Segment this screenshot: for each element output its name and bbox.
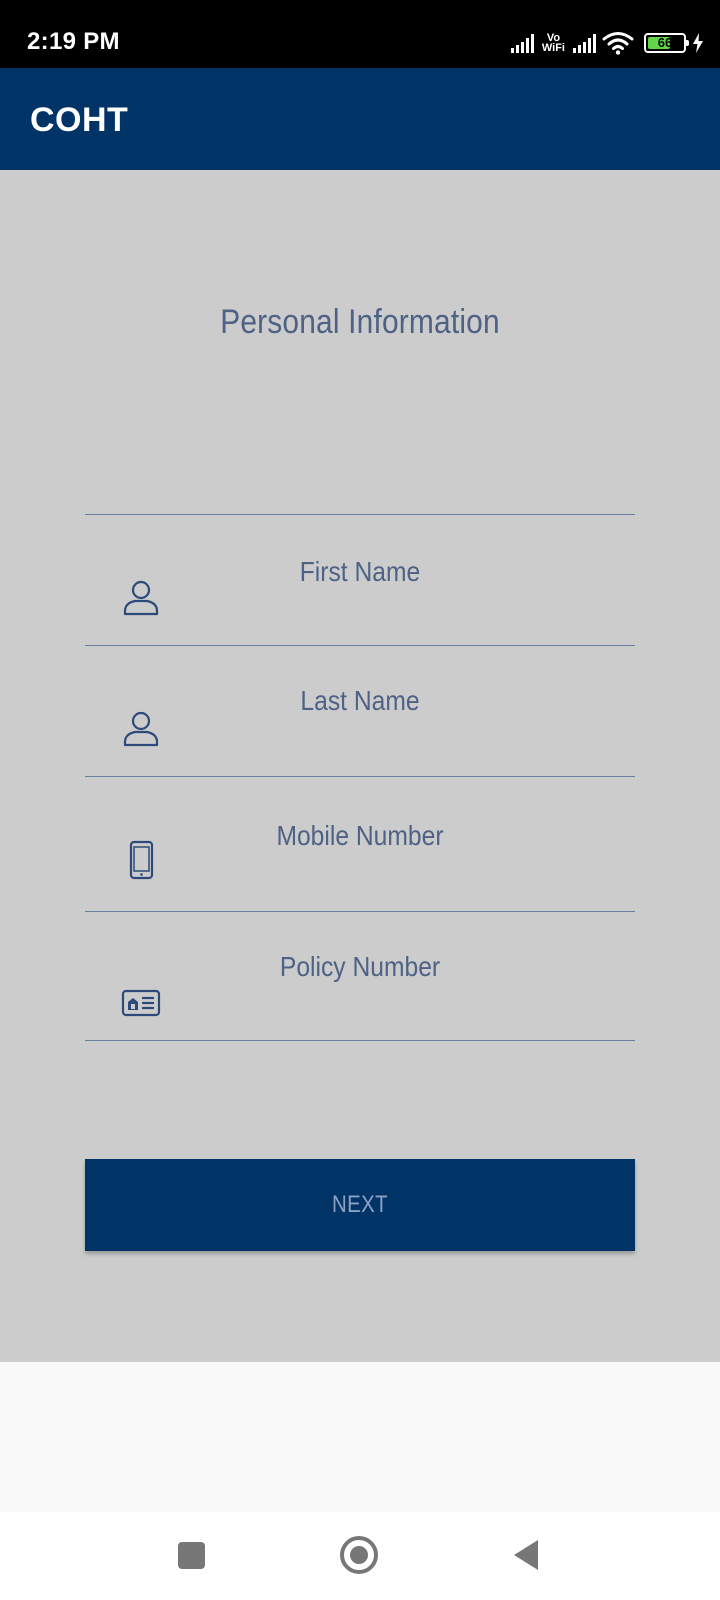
cellular-signal-icon — [510, 33, 534, 53]
status-time: 2:19 PM — [27, 28, 120, 55]
wifi-icon — [602, 32, 634, 55]
back-triangle-icon[interactable] — [514, 1540, 538, 1570]
first-name-placeholder: First Name — [299, 556, 421, 587]
battery-icon: 66 — [644, 33, 689, 53]
vowifi-indicator: Vo WiFi — [541, 33, 565, 54]
person-icon — [121, 709, 161, 749]
id-card-icon — [121, 983, 161, 1023]
system-nav-bar — [0, 1512, 720, 1600]
last-name-placeholder: Last Name — [300, 685, 420, 716]
status-bar: 2:19 PM Vo WiFi 66 — [0, 0, 720, 68]
last-name-field[interactable]: Last Name — [85, 645, 635, 776]
cellular-signal-2-icon — [573, 33, 596, 53]
form-title: Personal Information — [220, 303, 500, 341]
charging-bolt-icon — [693, 33, 703, 53]
vowifi-label-bottom: WiFi — [541, 42, 565, 54]
app-title: COHT — [30, 101, 129, 139]
next-button-label: NEXT — [331, 1191, 389, 1218]
status-icons: Vo WiFi 66 — [510, 28, 704, 58]
battery-level: 66 — [657, 35, 673, 50]
person-icon — [121, 578, 161, 618]
policy-number-underline — [85, 1040, 635, 1041]
personal-info-form: Personal Information First Name Last Nam… — [0, 170, 720, 1362]
policy-number-field[interactable]: Policy Number — [85, 911, 635, 1040]
mobile-number-placeholder: Mobile Number — [276, 820, 444, 851]
recents-square-icon[interactable] — [178, 1542, 205, 1569]
policy-number-placeholder: Policy Number — [279, 951, 441, 982]
app-bar: COHT — [0, 68, 720, 170]
home-circle-icon[interactable] — [340, 1536, 378, 1574]
next-button[interactable]: NEXT — [85, 1159, 635, 1251]
mobile-number-field[interactable]: Mobile Number — [85, 776, 635, 911]
mobile-phone-icon — [121, 840, 161, 880]
